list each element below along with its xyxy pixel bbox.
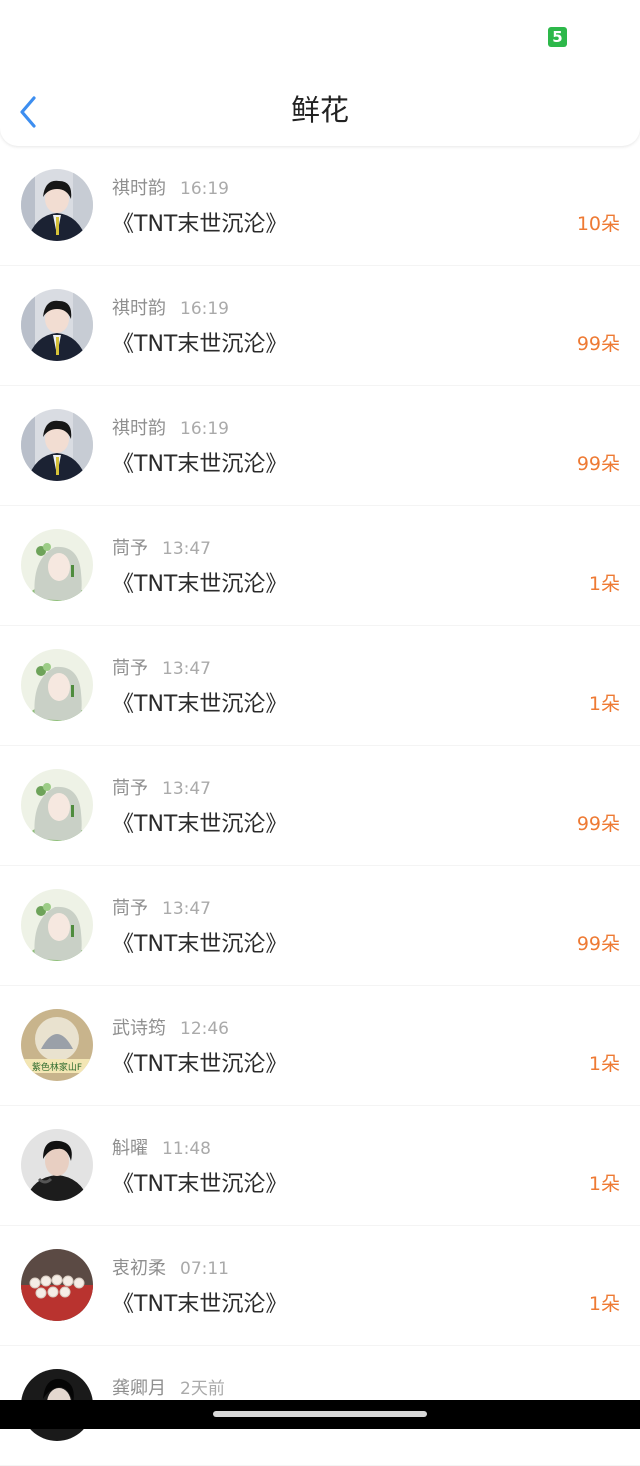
flower-amount: 1朵 <box>588 1053 620 1075</box>
avatar[interactable] <box>21 649 93 721</box>
user-name: 祺时韵 <box>112 178 166 199</box>
book-title: 《TNT末世沉沦》 <box>112 692 288 717</box>
timestamp: 13:47 <box>162 779 211 799</box>
timestamp: 13:47 <box>162 899 211 919</box>
battery-indicator: 5 <box>548 27 567 47</box>
page-title: 鲜花 <box>290 93 349 127</box>
user-name: 茼予 <box>112 658 148 679</box>
timestamp: 13:47 <box>162 539 211 559</box>
list-item[interactable]: 茼予 13:47 《TNT末世沉沦》 1朵 <box>0 626 640 745</box>
timestamp: 16:19 <box>180 419 229 439</box>
book-title: 《TNT末世沉沦》 <box>112 1052 288 1077</box>
avatar[interactable] <box>21 409 93 481</box>
user-name: 茼予 <box>112 778 148 799</box>
avatar-badge-text: 紫色林家山F <box>32 1061 82 1073</box>
flower-amount: 10朵 <box>576 213 620 235</box>
book-title: 《TNT末世沉沦》 <box>112 932 288 957</box>
pearls-avatar-image <box>21 1249 93 1321</box>
home-indicator[interactable] <box>213 1411 427 1417</box>
list-item[interactable]: 斛曜 11:48 《TNT末世沉沦》 1朵 <box>0 1106 640 1225</box>
green-girl-avatar-image <box>21 889 93 961</box>
boy-suit-avatar-image <box>21 169 93 241</box>
user-name: 衷初柔 <box>112 1258 166 1279</box>
user-name: 龚卿月 <box>112 1378 166 1399</box>
avatar[interactable] <box>21 1249 93 1321</box>
user-name: 祺时韵 <box>112 298 166 319</box>
avatar[interactable] <box>21 529 93 601</box>
boy-suit-avatar-image <box>21 289 93 361</box>
book-title: 《TNT末世沉沦》 <box>112 1172 288 1197</box>
green-girl-avatar-image <box>21 769 93 841</box>
list-item[interactable]: 茼予 13:47 《TNT末世沉沦》 1朵 <box>0 506 640 625</box>
timestamp: 16:19 <box>180 299 229 319</box>
book-title: 《TNT末世沉沦》 <box>112 452 288 477</box>
flower-gift-list: 祺时韵 16:19 《TNT末世沉沦》 10朵 祺时韵 16:19 《TNT末世沉沦… <box>0 146 640 1466</box>
book-title: 《TNT末世沉沦》 <box>112 572 288 597</box>
list-item[interactable]: 祺时韵 16:19 《TNT末世沉沦》 99朵 <box>0 266 640 385</box>
book-title: 《TNT末世沉沦》 <box>112 332 288 357</box>
timestamp: 13:47 <box>162 659 211 679</box>
avatar[interactable] <box>21 289 93 361</box>
timestamp: 2天前 <box>180 1379 225 1399</box>
green-girl-avatar-image <box>21 529 93 601</box>
avatar[interactable] <box>21 889 93 961</box>
text-badge-avatar-image: 紫色林家山F <box>21 1009 93 1081</box>
user-name: 茼予 <box>112 898 148 919</box>
list-item[interactable]: 紫色林家山F 武诗筠 12:46 《TNT末世沉沦》 1朵 <box>0 986 640 1105</box>
avatar[interactable]: 紫色林家山F <box>21 1009 93 1081</box>
user-name: 祺时韵 <box>112 418 166 439</box>
system-navigation-bar <box>0 1400 640 1429</box>
list-item[interactable]: 祺时韵 16:19 《TNT末世沉沦》 99朵 <box>0 386 640 505</box>
user-name: 茼予 <box>112 538 148 559</box>
timestamp: 16:19 <box>180 179 229 199</box>
flower-amount: 1朵 <box>588 693 620 715</box>
avatar[interactable] <box>21 1129 93 1201</box>
user-name: 武诗筠 <box>112 1018 166 1039</box>
list-item[interactable]: 茼予 13:47 《TNT末世沉沦》 99朵 <box>0 746 640 865</box>
flower-amount: 1朵 <box>588 1293 620 1315</box>
list-item[interactable]: 茼予 13:47 《TNT末世沉沦》 99朵 <box>0 866 640 985</box>
timestamp: 11:48 <box>162 1139 211 1159</box>
dark-boy-avatar-image <box>21 1129 93 1201</box>
timestamp: 12:46 <box>180 1019 229 1039</box>
avatar[interactable] <box>21 169 93 241</box>
avatar[interactable] <box>21 769 93 841</box>
flower-amount: 1朵 <box>588 1173 620 1195</box>
flower-amount: 99朵 <box>576 453 620 475</box>
list-item[interactable]: 祺时韵 16:19 《TNT末世沉沦》 10朵 <box>0 146 640 265</box>
flower-amount: 1朵 <box>588 573 620 595</box>
timestamp: 07:11 <box>180 1259 229 1279</box>
user-name: 斛曜 <box>112 1138 148 1159</box>
book-title: 《TNT末世沉沦》 <box>112 812 288 837</box>
list-item[interactable]: 衷初柔 07:11 《TNT末世沉沦》 1朵 <box>0 1226 640 1345</box>
flower-amount: 99朵 <box>576 933 620 955</box>
book-title: 《TNT末世沉沦》 <box>112 212 288 237</box>
green-girl-avatar-image <box>21 649 93 721</box>
flower-amount: 99朵 <box>576 813 620 835</box>
nav-header: 5 鲜花 <box>0 0 640 146</box>
flower-amount: 99朵 <box>576 333 620 355</box>
book-title: 《TNT末世沉沦》 <box>112 1292 288 1317</box>
boy-suit-avatar-image <box>21 409 93 481</box>
